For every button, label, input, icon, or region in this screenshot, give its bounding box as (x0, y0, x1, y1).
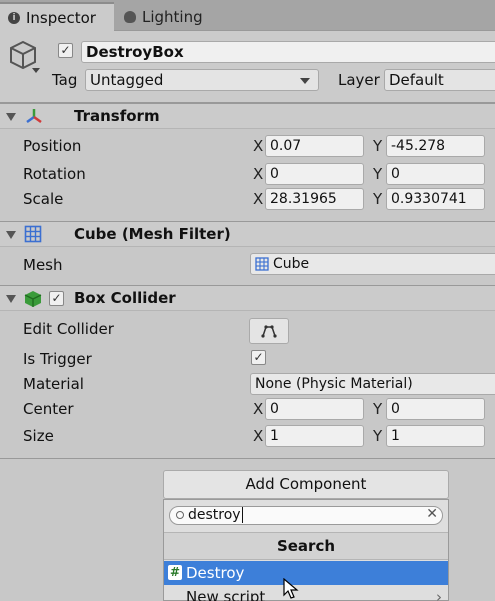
mesh-filter-body: Mesh Cube (0, 247, 495, 283)
component-item-new-script[interactable]: New script › (164, 585, 448, 601)
clear-search-icon[interactable]: ✕ (426, 506, 438, 523)
foldout-arrow-icon[interactable] (6, 113, 16, 121)
material-label: Material (23, 375, 84, 393)
mesh-filter-header[interactable]: Cube (Mesh Filter) (0, 221, 495, 247)
chevron-down-icon (300, 78, 310, 84)
info-icon: i (8, 11, 20, 24)
component-item-label: Destroy (186, 564, 245, 582)
layer-value: Default (389, 71, 444, 89)
search-icon (176, 511, 184, 519)
box-collider-body: Edit Collider Is Trigger ✓ Material None… (0, 311, 495, 459)
tab-lighting-label: Lighting (142, 7, 203, 26)
is-trigger-checkbox[interactable]: ✓ (251, 350, 266, 365)
box-collider-icon (24, 291, 42, 307)
is-trigger-label: Is Trigger (23, 350, 92, 368)
mesh-object-field[interactable]: Cube (250, 253, 495, 275)
position-x-label: X (253, 137, 264, 155)
mesh-grid-icon (24, 225, 42, 243)
position-y-field[interactable]: -45.278 (386, 135, 485, 157)
material-object-field[interactable]: None (Physic Material) (250, 373, 495, 395)
layer-label: Layer (338, 71, 380, 89)
tag-label: Tag (52, 71, 78, 89)
search-value: destroy (188, 507, 241, 523)
rotation-x-field[interactable]: 0 (265, 163, 364, 185)
edit-collider-label: Edit Collider (23, 320, 114, 338)
tab-bar: i Inspector Lighting (0, 0, 495, 31)
scale-x-label: X (253, 190, 264, 208)
foldout-arrow-icon[interactable] (6, 231, 16, 239)
tab-lighting[interactable]: Lighting (116, 2, 236, 31)
center-x-field[interactable]: 0 (265, 398, 364, 420)
tag-value: Untagged (90, 71, 164, 89)
transform-header[interactable]: Transform (0, 103, 495, 129)
size-label: Size (23, 427, 54, 445)
center-x-label: X (253, 400, 264, 418)
object-name-field[interactable]: DestroyBox (81, 41, 495, 63)
transform-title: Transform (74, 107, 160, 125)
rotation-x-label: X (253, 165, 264, 183)
tab-inspector-label: Inspector (26, 8, 96, 27)
gameobject-cube-icon[interactable] (6, 38, 40, 72)
active-checkbox[interactable]: ✓ (58, 43, 73, 58)
object-header: ✓ DestroyBox Tag Untagged Layer Default (0, 31, 495, 103)
scale-label: Scale (23, 190, 64, 208)
size-x-field[interactable]: 1 (265, 425, 364, 447)
box-collider-title: Box Collider (74, 289, 176, 307)
mouse-cursor-icon (283, 578, 299, 599)
position-x-field[interactable]: 0.07 (265, 135, 364, 157)
layer-dropdown[interactable]: Default (384, 69, 495, 91)
chevron-right-icon: › (436, 588, 442, 601)
size-x-label: X (253, 427, 264, 445)
tag-dropdown[interactable]: Untagged (85, 69, 319, 91)
box-collider-header[interactable]: ✓ Box Collider (0, 285, 495, 311)
component-item-label: New script (186, 588, 266, 601)
scale-x-field[interactable]: 28.31965 (265, 188, 364, 210)
mesh-grid-icon (255, 257, 269, 271)
transform-body: Position X 0.07 Y -45.278 Rotation X 0 Y… (0, 129, 495, 219)
position-label: Position (23, 137, 82, 155)
edit-collider-button[interactable] (249, 318, 289, 344)
center-label: Center (23, 400, 74, 418)
mesh-value: Cube (273, 256, 310, 272)
foldout-arrow-icon[interactable] (6, 295, 16, 303)
add-component-popup: destroy ✕ Search # Destroy New script › (163, 499, 449, 601)
center-y-field[interactable]: 0 (386, 398, 485, 420)
size-y-field[interactable]: 1 (386, 425, 485, 447)
component-item-destroy[interactable]: # Destroy (164, 561, 448, 585)
scale-y-label: Y (373, 190, 383, 208)
lightbulb-icon (124, 10, 136, 23)
rotation-label: Rotation (23, 165, 86, 183)
mesh-filter-title: Cube (Mesh Filter) (74, 225, 231, 243)
component-search-input[interactable]: destroy ✕ (169, 506, 443, 525)
mesh-label: Mesh (23, 256, 63, 274)
search-section-title: Search (164, 532, 448, 560)
position-y-label: Y (373, 137, 383, 155)
icon-dropdown-caret[interactable] (32, 68, 40, 73)
rotation-y-field[interactable]: 0 (386, 163, 485, 185)
rotation-y-label: Y (373, 165, 383, 183)
box-collider-enabled-checkbox[interactable]: ✓ (49, 291, 64, 306)
edit-collider-icon (261, 325, 277, 338)
scale-y-field[interactable]: 0.9330741 (386, 188, 485, 210)
tab-inspector[interactable]: i Inspector (0, 2, 114, 31)
script-hash-icon: # (168, 565, 182, 580)
add-component-button[interactable]: Add Component (163, 470, 449, 499)
size-y-label: Y (373, 427, 383, 445)
center-y-label: Y (373, 400, 383, 418)
transform-axis-icon (26, 109, 42, 124)
